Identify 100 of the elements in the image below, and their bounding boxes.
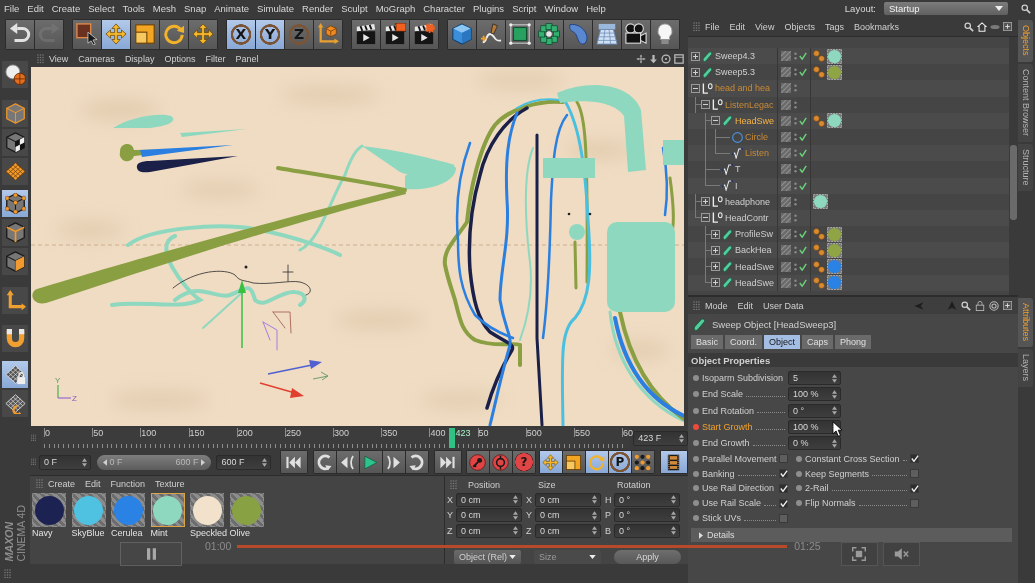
texture-button[interactable] [2, 129, 28, 156]
axis-button[interactable]: Y [256, 19, 284, 49]
grip-icon[interactable] [37, 54, 44, 64]
rotate-button[interactable] [160, 19, 188, 49]
apply-button[interactable]: Apply [614, 549, 681, 564]
menu-item[interactable]: Display [119, 54, 160, 64]
grip-icon[interactable] [31, 457, 36, 467]
menu-item[interactable]: MoGraph [371, 3, 420, 14]
menu-item[interactable]: Plugins [468, 3, 509, 14]
tree-row[interactable]: BackHea [688, 242, 1009, 259]
number-field[interactable]: 0 cm [456, 523, 522, 538]
menu-item[interactable]: View [750, 21, 780, 32]
tab[interactable]: Object [764, 335, 801, 349]
move-cross-icon[interactable] [636, 54, 646, 64]
move-button[interactable] [102, 19, 130, 49]
details-toggle[interactable]: Details [691, 528, 1012, 543]
menu-item[interactable]: Script [508, 3, 541, 14]
plus-box-icon[interactable] [711, 229, 720, 239]
plus-box-icon[interactable] [691, 67, 700, 77]
parameter-button[interactable]: P [609, 451, 631, 473]
points-button[interactable] [632, 451, 654, 473]
cube-button[interactable] [448, 19, 476, 49]
playhead[interactable] [448, 428, 455, 448]
make-editable-button[interactable] [2, 61, 28, 88]
side-tab[interactable]: Objects [1018, 20, 1033, 62]
menu-item[interactable]: Window [540, 3, 583, 14]
step-back-button[interactable] [337, 451, 359, 473]
menu-item[interactable]: Edit [80, 478, 106, 489]
coordinates-button[interactable] [314, 19, 342, 49]
search-icon[interactable] [961, 300, 971, 311]
axis-button[interactable] [2, 287, 28, 314]
pause-button[interactable] [120, 542, 182, 566]
layout-dropdown[interactable]: Startup [884, 2, 1008, 15]
plus-box-icon[interactable] [711, 262, 720, 272]
search-icon[interactable] [1021, 3, 1031, 14]
go-end-button[interactable] [435, 451, 461, 473]
menu-item[interactable]: Function [105, 478, 151, 489]
render-settings-button[interactable] [410, 19, 438, 49]
axis-button[interactable]: X [227, 19, 255, 49]
down-arrow-icon[interactable] [649, 54, 658, 64]
start-frame-field[interactable]: 0 F [39, 454, 91, 470]
number-field[interactable]: 0 % [788, 436, 841, 451]
menu-item[interactable]: Filter [200, 54, 231, 64]
snap-button[interactable] [2, 325, 28, 352]
model-button[interactable] [2, 100, 28, 127]
menu-item[interactable]: Tags [819, 21, 849, 32]
tab[interactable]: Coord. [725, 335, 763, 349]
cloner-button[interactable] [535, 19, 563, 49]
undo-button[interactable] [6, 19, 34, 49]
grip-icon[interactable] [693, 21, 700, 32]
menu-item[interactable]: Edit [732, 300, 759, 311]
tab[interactable]: Basic [691, 335, 723, 349]
menu-item[interactable]: Simulate [253, 3, 299, 14]
grip-icon[interactable] [31, 433, 36, 443]
number-field[interactable]: 0 cm [456, 508, 522, 523]
menu-item[interactable]: Help [582, 3, 610, 14]
grip-icon[interactable] [36, 478, 43, 489]
menu-item[interactable]: View [44, 54, 74, 64]
checkbox[interactable] [910, 498, 919, 508]
number-field[interactable]: 5 [788, 371, 841, 386]
number-field[interactable]: 0 cm [535, 508, 601, 523]
last-tool-button[interactable] [189, 19, 217, 49]
scale-button[interactable] [131, 19, 159, 49]
menu-item[interactable]: Character [419, 3, 469, 14]
polygons-button[interactable] [2, 248, 28, 275]
search-icon[interactable] [964, 21, 974, 32]
menu-item[interactable]: Panel [230, 54, 264, 64]
move-gizmo-drawing[interactable] [238, 280, 329, 398]
render-view-button[interactable] [352, 19, 380, 49]
timeline-button[interactable] [661, 451, 687, 473]
workplane-button[interactable] [2, 158, 28, 185]
menu-item[interactable]: Options [159, 54, 201, 64]
plus-box-icon[interactable] [711, 245, 720, 255]
number-field[interactable]: 0 ° [788, 403, 841, 418]
floor-button[interactable] [593, 19, 621, 49]
checkbox[interactable] [779, 469, 788, 479]
menu-item[interactable]: Snap [180, 3, 211, 14]
grip-icon[interactable] [450, 479, 457, 490]
orbit-icon[interactable] [661, 54, 671, 64]
grip-icon[interactable] [693, 300, 700, 311]
subdivision-button[interactable] [506, 19, 534, 49]
key-selection-button[interactable]: ? [513, 451, 535, 473]
maximize-icon[interactable] [674, 54, 684, 64]
plus-box-icon[interactable] [711, 278, 720, 288]
scrollbar-thumb[interactable] [1010, 145, 1017, 220]
checkbox[interactable] [910, 483, 919, 493]
light-button[interactable] [651, 19, 679, 49]
number-field[interactable]: 0 ° [614, 523, 680, 538]
menu-item[interactable]: Tools [118, 3, 149, 14]
target-icon[interactable] [989, 300, 999, 311]
menu-item[interactable]: Mode [700, 300, 733, 311]
menu-item[interactable]: Create [43, 478, 80, 489]
end-frame-field[interactable]: 600 F [216, 454, 271, 470]
number-field[interactable]: 100 % [788, 387, 841, 402]
select-button[interactable] [73, 19, 101, 49]
tab[interactable]: Caps [802, 335, 834, 349]
workplane-rotate-button[interactable] [2, 390, 28, 417]
next-key-button[interactable] [406, 451, 428, 473]
scale-button[interactable] [563, 451, 585, 473]
play-button[interactable] [360, 451, 382, 473]
